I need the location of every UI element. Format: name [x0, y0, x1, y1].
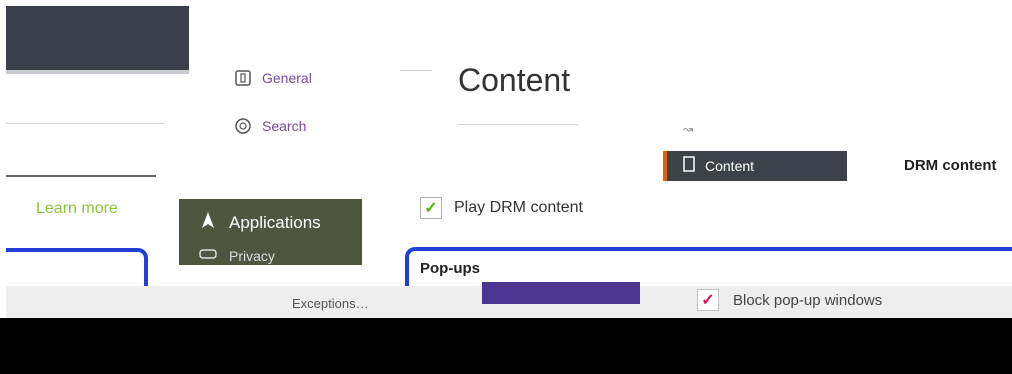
applications-icon: [199, 211, 217, 236]
section-heading-drm: DRM content: [904, 157, 997, 174]
sidebar-item-content[interactable]: Content: [663, 151, 847, 181]
popups-highlight: [482, 282, 640, 304]
content-icon: [681, 155, 697, 177]
drm-setting: ✓ Play DRM content: [420, 197, 583, 219]
exceptions-button[interactable]: Exceptions…: [292, 296, 369, 311]
sidebar-item-applications[interactable]: Applications: [179, 199, 362, 247]
sidebar-item-privacy[interactable]: Privacy: [179, 247, 362, 265]
header-block: [6, 6, 189, 70]
page-title: Content: [458, 62, 571, 98]
sidebar-item-label: Content: [705, 158, 755, 174]
sidebar-group: Applications Privacy: [179, 199, 362, 265]
section-heading-popups: Pop-ups: [420, 260, 480, 277]
divider: [400, 70, 432, 71]
divider: [6, 175, 156, 177]
search-icon: [234, 117, 252, 135]
popups-group-outline: [405, 247, 1012, 287]
sidebar-item-label: Privacy: [229, 248, 275, 264]
privacy-icon: [199, 247, 217, 266]
focus-outline: [6, 248, 148, 288]
block-popups-setting: ✓ Block pop-up windows: [697, 289, 882, 311]
sidebar-item-general[interactable]: General: [234, 64, 312, 92]
general-icon: [234, 69, 252, 87]
sidebar-item-label: Search: [262, 118, 307, 134]
drm-checkbox-label: Play DRM content: [454, 199, 583, 216]
block-popups-label: Block pop-up windows: [733, 291, 883, 309]
sidebar-item-search[interactable]: Search: [234, 112, 306, 140]
learn-more-link[interactable]: Learn more: [36, 200, 118, 218]
block-popups-checkbox[interactable]: ✓: [697, 289, 719, 311]
divider: [6, 123, 164, 124]
drm-checkbox[interactable]: ✓: [420, 197, 442, 219]
divider: [458, 124, 578, 125]
sidebar-item-label: General: [262, 70, 312, 86]
header-divider: [6, 70, 189, 74]
arrow-icon: ↝: [683, 122, 694, 136]
sidebar-item-label: Applications: [229, 213, 321, 232]
bottom-band: [0, 318, 1012, 374]
